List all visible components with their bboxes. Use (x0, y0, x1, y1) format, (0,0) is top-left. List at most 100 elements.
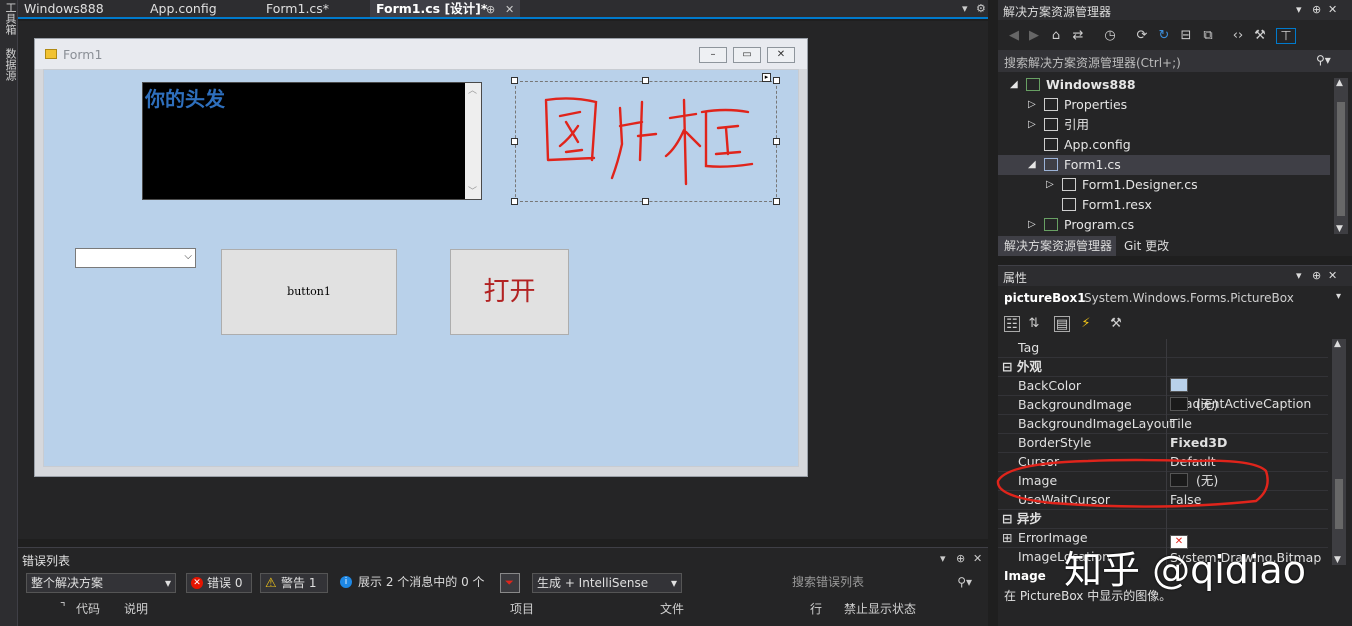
resize-handle-sw[interactable] (511, 198, 518, 205)
home-icon[interactable]: ⌂ (1048, 28, 1064, 44)
textbox-scrollbar[interactable]: ︿ ﹀ (465, 83, 481, 199)
resize-handle-w[interactable] (511, 138, 518, 145)
switch-views-icon[interactable]: ⇄ (1070, 28, 1086, 44)
property-row[interactable]: Tag (998, 339, 1328, 358)
description-title: Image (1004, 569, 1046, 583)
tree-item[interactable]: ▷ Form1.Designer.cs (998, 175, 1330, 195)
col-header-code[interactable]: 代码 (76, 600, 100, 617)
close-tab-icon[interactable]: ✕ (505, 3, 514, 16)
property-name: Tag (1018, 340, 1040, 355)
pin-tab-icon[interactable]: ⊕ (486, 3, 495, 16)
close-icon[interactable]: ✕ (1328, 3, 1337, 16)
object-selector[interactable]: pictureBox1 System.Windows.Forms.Picture… (998, 288, 1352, 310)
errors-filter-button[interactable]: ✕ 错误 0 (186, 573, 252, 593)
properties-wrench-icon[interactable]: ⚒ (1252, 28, 1268, 44)
tab-git-changes[interactable]: Git 更改 (1120, 236, 1180, 256)
messages-filter-button[interactable]: i 展示 2 个消息中的 0 个 (338, 573, 498, 593)
tree-item[interactable]: ▷ Properties (998, 95, 1330, 115)
resize-handle-nw[interactable] (511, 77, 518, 84)
tab-form1-code[interactable]: Form1.cs* (260, 0, 368, 17)
tree-item[interactable]: ◢ Form1.cs (998, 155, 1330, 175)
alphabetical-icon[interactable]: ⇅ (1026, 316, 1042, 332)
resize-handle-se[interactable] (773, 198, 780, 205)
form1-window[interactable]: Form1 – ▭ ✕ 你的头发 ︿ ﹀ ▸ ⌵ button1 打开 (34, 38, 808, 477)
view-code-icon[interactable]: ‹› (1230, 28, 1246, 44)
close-icon[interactable]: ✕ (973, 552, 982, 565)
collapse-all-icon[interactable]: ⊟ (1178, 28, 1194, 44)
open-button[interactable]: 打开 (450, 249, 569, 335)
solution-explorer-titlebar: 解决方案资源管理器 ▾ ⊕ ✕ (998, 0, 1352, 20)
grid-splitter[interactable] (1166, 339, 1167, 565)
expand-icon[interactable]: ⊞ (1002, 529, 1012, 547)
tab-solution-explorer[interactable]: 解决方案资源管理器 (998, 236, 1116, 256)
property-category[interactable]: ⊟ 外观 (998, 358, 1328, 377)
filter-icon[interactable]: ⏷ (500, 573, 520, 593)
collapsed-arrow-icon[interactable]: ▷ (1046, 175, 1054, 195)
col-header-project[interactable]: 项目 (510, 600, 534, 617)
property-pages-icon[interactable]: ⚒ (1108, 316, 1124, 332)
tree-item[interactable]: Form1.resx (998, 195, 1330, 215)
property-row[interactable]: BackColor GradientActiveCaption (998, 377, 1328, 411)
resize-handle-ne[interactable] (773, 77, 780, 84)
col-header-line[interactable]: 行 (810, 600, 822, 617)
col-header-file[interactable]: 文件 (660, 600, 684, 617)
error-search-input[interactable]: 搜索错误列表 ⚲▾ (792, 573, 978, 593)
hair-textbox[interactable]: 你的头发 ︿ ﹀ (142, 82, 482, 200)
close-icon[interactable]: ✕ (767, 47, 795, 63)
collapsed-arrow-icon[interactable]: ▷ (1028, 95, 1036, 115)
panel-dropdown-icon[interactable]: ▾ (1296, 269, 1302, 282)
sync-icon[interactable]: ⟳ (1134, 28, 1150, 44)
refresh-icon[interactable]: ↻ (1156, 28, 1172, 44)
combobox[interactable]: ⌵ (75, 248, 196, 268)
panel-dropdown-icon[interactable]: ▾ (1296, 3, 1302, 16)
settings-icon[interactable]: ⚙ (976, 2, 986, 15)
solution-search-input[interactable]: 搜索解决方案资源管理器(Ctrl+;) ⚲▾ (998, 50, 1352, 72)
col-header-description[interactable]: 说明 (124, 600, 148, 617)
expanded-arrow-icon[interactable]: ◢ (1010, 75, 1018, 95)
close-icon[interactable]: ✕ (1328, 269, 1337, 282)
pin-icon[interactable]: ⊕ (1312, 269, 1321, 282)
expanded-arrow-icon[interactable]: ◢ (1028, 155, 1036, 175)
resize-handle-e[interactable] (773, 138, 780, 145)
toolbox-tab[interactable]: 工具箱 (2, 2, 18, 35)
preview-icon[interactable]: ⊤ (1276, 28, 1296, 44)
tab-form1-designer[interactable]: Form1.cs [设计]* (370, 0, 520, 17)
tree-item[interactable]: ▷ 引用 (998, 115, 1330, 135)
search-icon: ⚲▾ (957, 575, 972, 589)
resize-handle-n[interactable] (642, 77, 649, 84)
button1[interactable]: button1 (221, 249, 397, 335)
events-icon[interactable]: ⚡ (1078, 316, 1094, 332)
property-row[interactable]: BackgroundImageLayout Tile (998, 415, 1328, 434)
smart-tag-icon[interactable]: ▸ (762, 73, 771, 82)
back-icon[interactable]: ◀ (1006, 28, 1022, 44)
resize-handle-s[interactable] (642, 198, 649, 205)
build-filter-select[interactable]: 生成 + IntelliSense ▾ (532, 573, 682, 593)
history-icon[interactable]: ◷ (1102, 28, 1118, 44)
tab-list-dropdown-icon[interactable]: ▾ (962, 2, 968, 15)
tree-item[interactable]: ◢ Windows888 (998, 75, 1330, 95)
datasource-tab[interactable]: 数据源 (2, 48, 18, 81)
show-all-files-icon[interactable]: ⧉ (1200, 28, 1216, 44)
tree-item[interactable]: App.config (998, 135, 1330, 155)
property-row[interactable]: BackgroundImage (无) (998, 396, 1328, 415)
col-header-suppression[interactable]: 禁止显示状态 (844, 600, 916, 617)
tree-scrollbar[interactable]: ▲ ▼ (1334, 78, 1348, 234)
pin-icon[interactable]: ⊕ (956, 552, 965, 565)
property-row[interactable]: BorderStyle Fixed3D (998, 434, 1328, 453)
collapsed-arrow-icon[interactable]: ▷ (1028, 115, 1036, 135)
minimize-icon[interactable]: – (699, 47, 727, 63)
pin-icon[interactable]: ⊕ (1312, 3, 1321, 16)
warnings-filter-button[interactable]: ⚠ 警告 1 (260, 573, 328, 593)
collapsed-arrow-icon[interactable]: ▷ (1028, 215, 1036, 235)
maximize-icon[interactable]: ▭ (733, 47, 761, 63)
panel-dropdown-icon[interactable]: ▾ (940, 552, 946, 565)
picturebox[interactable] (515, 81, 777, 202)
property-scrollbar[interactable]: ▲ ▼ (1332, 339, 1346, 565)
tree-item[interactable]: ▷ Program.cs (998, 215, 1330, 235)
properties-view-icon[interactable]: ▤ (1054, 316, 1070, 332)
forward-icon[interactable]: ▶ (1026, 28, 1042, 44)
tab-windows888[interactable]: Windows888 (18, 0, 140, 17)
scope-select[interactable]: 整个解决方案 ▾ (26, 573, 176, 593)
categorized-icon[interactable]: ☷ (1004, 316, 1020, 332)
tab-app-config[interactable]: App.config (144, 0, 254, 17)
